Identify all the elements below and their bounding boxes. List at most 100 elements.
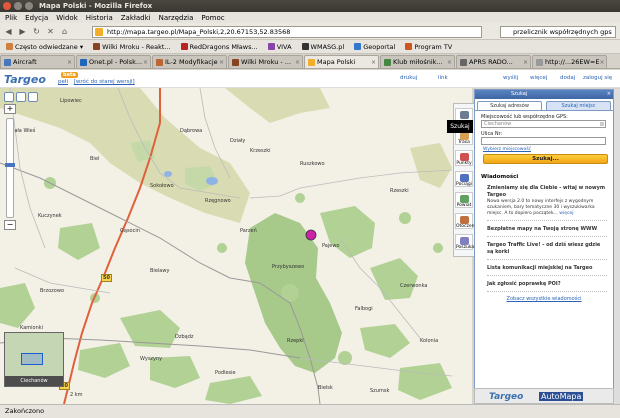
tab-close-icon[interactable]: × [295, 59, 300, 66]
print-link[interactable]: drukuj [400, 75, 417, 81]
minimap-viewport[interactable] [21, 353, 43, 365]
site-header: Targeo beta pełi [wróć do starej wersji]… [0, 70, 620, 88]
link-old-version[interactable]: [wróć do starej wersji] [74, 79, 135, 85]
dropdown-icon[interactable] [600, 122, 604, 126]
tool-points[interactable]: Punkty [455, 150, 473, 166]
tab-label: Mapa Polski [317, 58, 356, 66]
browser-tab[interactable]: Aircraft × [0, 55, 75, 68]
zoom-in-button[interactable]: + [4, 104, 16, 114]
tab-close-icon[interactable]: × [371, 59, 376, 66]
news-title[interactable]: Zmieniamy się dla Ciebie - witaj w nowym… [487, 185, 605, 198]
browser-tab[interactable]: Onet.pl - Polsk... × [76, 55, 151, 68]
map-canvas[interactable]: Lipowiec Dąbrowa Biel Sokołowo Kuczynek … [0, 88, 472, 404]
browser-tab[interactable]: Klub miłośnik... × [380, 55, 455, 68]
news-item[interactable]: Bezpłatne mapy na Twoją stronę WWW [487, 226, 607, 237]
browser-tab[interactable]: Mapa Polski × [304, 55, 379, 68]
bookmark-item[interactable]: Wilki Mroku - Reakt... [93, 43, 171, 51]
zoom-out-button[interactable]: − [4, 220, 16, 230]
browser-tab[interactable]: APRS RADO... × [456, 55, 531, 68]
tool-lookup[interactable]: Poszukaj [455, 234, 475, 250]
share-link[interactable]: link [438, 75, 448, 81]
reload-icon[interactable]: ↻ [31, 26, 42, 37]
bookmark-label: Wilki Mroku - Reakt... [102, 42, 171, 51]
tool-label: Punkty [456, 161, 472, 166]
add-link[interactable]: dodaj [560, 75, 575, 81]
close-icon[interactable]: × [607, 90, 611, 99]
bookmark-item[interactable]: RedDragons Mławs... [180, 43, 258, 51]
news-item[interactable]: Jak zgłosić poprawkę POI? [487, 281, 607, 292]
news-title[interactable]: Targeo Traffic Live! - od dziś wiesz gdz… [487, 242, 600, 255]
place-label: Brzozowo [40, 288, 65, 294]
home-icon[interactable]: ⌂ [59, 26, 70, 37]
map-scale: 2 km [70, 392, 83, 398]
targeo-logo[interactable]: Targeo beta [4, 72, 78, 86]
news-title[interactable]: Lista komunikacji miejskiej na Targeo [487, 265, 592, 271]
menu-widok[interactable]: Widok [56, 14, 78, 22]
ad-banner[interactable]: Targeo AutoMapa [474, 388, 614, 404]
ad-targeo-text: Targeo [489, 392, 524, 402]
tab-label: Onet.pl - Polsk... [89, 58, 143, 66]
tab-label: http://...26EW=E [545, 58, 600, 66]
tab-close-icon[interactable]: × [599, 59, 604, 66]
menu-zakladki[interactable]: Zakładki [121, 14, 151, 22]
tab-search-places[interactable]: Szukaj miejsc [546, 101, 611, 110]
place-label: Wyszyny [140, 356, 163, 362]
login-link[interactable]: zaloguj się [583, 75, 612, 81]
stop-icon[interactable]: ✕ [45, 26, 56, 37]
news-more-link[interactable]: więcej [559, 211, 573, 216]
city-input[interactable]: Ciechanów [481, 120, 606, 128]
news-item[interactable]: Zmieniamy się dla Ciebie - witaj w nowym… [487, 185, 607, 221]
tool-district[interactable]: Powiat [455, 192, 473, 208]
minimap-location-button[interactable]: Ciechanów [5, 376, 63, 386]
search-button[interactable]: Szukaj... [483, 154, 608, 164]
menu-plik[interactable]: Plik [5, 14, 17, 22]
hybrid-mode-button[interactable] [28, 92, 38, 102]
minimize-window-icon[interactable] [14, 2, 22, 10]
browser-tab[interactable]: http://...26EW=E × [532, 55, 607, 68]
bookmark-item[interactable]: VIVA [267, 43, 292, 51]
tab-close-icon[interactable]: × [523, 59, 528, 66]
choose-city-link[interactable]: Wybierz miejscowość [483, 147, 613, 152]
tab-close-icon[interactable]: × [143, 59, 148, 66]
news-item[interactable]: Targeo Traffic Live! - od dziś wiesz gdz… [487, 242, 607, 260]
menu-edycja[interactable]: Edycja [25, 14, 48, 22]
vertical-scrollbar[interactable] [614, 89, 620, 404]
close-window-icon[interactable] [3, 2, 11, 10]
bookmark-item[interactable]: Program TV [405, 43, 452, 51]
map-mode-button[interactable] [4, 92, 14, 102]
tab-close-icon[interactable]: × [219, 59, 224, 66]
maximize-window-icon[interactable] [25, 2, 33, 10]
tool-trains[interactable]: Pociągi [455, 171, 473, 187]
bookmark-item[interactable]: Geoportal [354, 43, 395, 51]
tool-surroundings[interactable]: Otoczenie [455, 213, 479, 229]
zoom-knob[interactable] [5, 163, 15, 167]
send-link[interactable]: wyślij [503, 75, 518, 81]
bookmark-icon [405, 43, 413, 50]
overview-minimap[interactable]: Ciechanów [4, 332, 64, 387]
place-label: Przybyszewo [272, 264, 305, 270]
satellite-mode-button[interactable] [16, 92, 26, 102]
browser-tab[interactable]: Wilki Mroku - ... × [228, 55, 303, 68]
back-icon[interactable]: ◀ [3, 26, 14, 37]
tab-close-icon[interactable]: × [67, 59, 72, 66]
menu-narzedzia[interactable]: Narzędzia [159, 14, 194, 22]
news-item[interactable]: Lista komunikacji miejskiej na Targeo [487, 265, 607, 276]
forward-icon[interactable]: ▶ [17, 26, 28, 37]
zoom-slider[interactable] [5, 118, 15, 218]
bookmark-item[interactable]: Często odwiedzane ▾ [6, 43, 83, 51]
url-bar[interactable]: http://mapa.targeo.pl/Mapa_Polski,2,20.6… [92, 26, 482, 38]
tab-close-icon[interactable]: × [447, 59, 452, 66]
menu-historia[interactable]: Historia [86, 14, 113, 22]
menu-pomoc[interactable]: Pomoc [201, 14, 224, 22]
search-input[interactable]: przelicznik współrzędnych gps [500, 26, 616, 38]
street-input[interactable] [481, 137, 606, 145]
szukaj-tooltip: Szukaj [447, 120, 473, 133]
tab-search-address[interactable]: Szukaj adresów [477, 101, 542, 110]
browser-tab[interactable]: IL-2 Modyfikacje × [152, 55, 227, 68]
bookmark-item[interactable]: WMASG.pl [301, 43, 344, 51]
link-help[interactable]: pełi [58, 79, 68, 85]
news-title[interactable]: Jak zgłosić poprawkę POI? [487, 281, 561, 287]
news-title[interactable]: Bezpłatne mapy na Twoją stronę WWW [487, 226, 597, 232]
more-link[interactable]: więcej [530, 75, 547, 81]
all-news-link[interactable]: Zobacz wszystkie wiadomości [475, 296, 613, 302]
